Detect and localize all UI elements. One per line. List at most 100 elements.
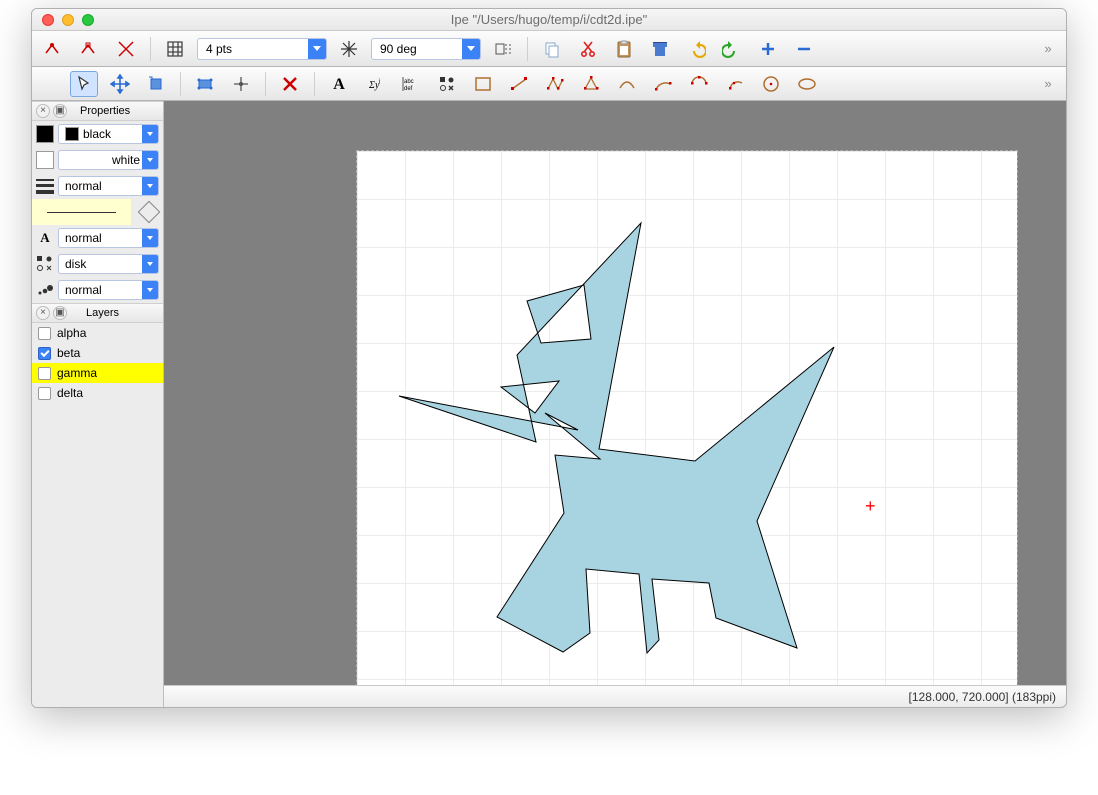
pan-tool-icon[interactable] [227, 71, 255, 97]
angle-select[interactable]: 90 deg [371, 38, 481, 60]
layer-item-delta[interactable]: delta [32, 383, 163, 403]
toolbar-snap: 4 pts 90 deg » [32, 31, 1066, 67]
snap-auto-icon[interactable] [489, 36, 517, 62]
panel-popout-icon[interactable]: ▣ [53, 104, 67, 118]
toolbar2-overflow-icon[interactable]: » [1038, 76, 1058, 91]
layer-item-beta[interactable]: beta [32, 343, 163, 363]
redo-icon[interactable] [718, 36, 746, 62]
mark-tool-icon[interactable] [433, 71, 461, 97]
stroke-color-value: black [83, 127, 111, 141]
svg-text:abc: abc [404, 79, 414, 85]
move-tool-icon[interactable] [106, 71, 134, 97]
canvas-viewport[interactable]: + [164, 101, 1066, 685]
line-preview-row [32, 199, 163, 225]
layer-name-label: alpha [57, 326, 86, 340]
zoom-out-icon[interactable] [790, 36, 818, 62]
rotate-tool-icon[interactable] [142, 71, 170, 97]
text-size-row: A normal [32, 225, 163, 251]
window-controls [42, 14, 94, 26]
fill-color-value: white [112, 153, 140, 167]
close-window-button[interactable] [42, 14, 54, 26]
layer-visibility-checkbox[interactable] [38, 387, 51, 400]
undo-icon[interactable] [682, 36, 710, 62]
layer-visibility-checkbox[interactable] [38, 367, 51, 380]
stroke-abs-swatch[interactable] [36, 125, 54, 143]
mark-shape-row: disk [32, 251, 163, 277]
window-title: Ipe "/Users/hugo/temp/i/cdt2d.ipe" [32, 12, 1066, 27]
layer-visibility-checkbox[interactable] [38, 327, 51, 340]
arc-tool-icon[interactable] [649, 71, 677, 97]
snap-control-icon[interactable] [76, 36, 104, 62]
paragraph-tool-icon[interactable]: abcdef [397, 71, 425, 97]
grid-size-select[interactable]: 4 pts [197, 38, 327, 60]
cut-icon[interactable] [574, 36, 602, 62]
snap-intersection-icon[interactable] [112, 36, 140, 62]
copy-icon[interactable] [538, 36, 566, 62]
drawing-shape[interactable] [357, 151, 1017, 685]
panel-close-icon[interactable]: × [36, 104, 50, 118]
status-bar: [128.000, 720.000] (183ppi) [164, 685, 1066, 707]
arc2-tool-icon[interactable] [685, 71, 713, 97]
svg-text:A: A [333, 76, 345, 93]
arrow-style-icon[interactable] [138, 201, 161, 224]
text-size-value: normal [65, 231, 102, 245]
pen-select[interactable]: normal [58, 176, 159, 196]
line-style-preview[interactable] [32, 199, 131, 225]
delete-tool-icon[interactable] [276, 71, 304, 97]
pen-icon [36, 179, 54, 194]
stroke-color-select[interactable]: black [58, 124, 159, 144]
layers-popout-icon[interactable]: ▣ [53, 306, 67, 320]
snap-grid-icon[interactable] [161, 36, 189, 62]
stretch-tool-icon[interactable] [191, 71, 219, 97]
line-tool-icon[interactable] [505, 71, 533, 97]
layer-name-label: delta [57, 386, 83, 400]
mark-shape-select[interactable]: disk [58, 254, 159, 274]
layer-name-label: beta [57, 346, 80, 360]
fill-color-row: white [32, 147, 163, 173]
polygon-tool-icon[interactable] [577, 71, 605, 97]
stroke-swatch-icon [65, 127, 79, 141]
pen-value: normal [65, 179, 102, 193]
mark-icon [36, 255, 54, 273]
layers-panel-header: × ▣ Layers [32, 303, 163, 323]
spline-tool-icon[interactable] [613, 71, 641, 97]
properties-title: Properties [80, 105, 130, 117]
layer-item-gamma[interactable]: gamma [32, 363, 163, 383]
snap-angle-icon[interactable] [335, 36, 363, 62]
circle-tool-icon[interactable] [757, 71, 785, 97]
zoom-window-button[interactable] [82, 14, 94, 26]
snap-vertex-icon[interactable] [40, 36, 68, 62]
canvas-area: + [128.000, 720.000] (183ppi) [164, 101, 1066, 707]
math-tool-icon[interactable]: Σyi [361, 71, 389, 97]
mark-size-row: normal [32, 277, 163, 303]
toolbar-tools: A Σyi abcdef » [32, 67, 1066, 101]
text-size-select[interactable]: normal [58, 228, 159, 248]
layer-visibility-checkbox[interactable] [38, 347, 51, 360]
app-window: Ipe "/Users/hugo/temp/i/cdt2d.ipe" 4 pts… [31, 8, 1067, 708]
paste-icon[interactable] [610, 36, 638, 62]
layers-close-icon[interactable]: × [36, 306, 50, 320]
layer-item-alpha[interactable]: alpha [32, 323, 163, 343]
grid-size-value: 4 pts [206, 42, 232, 56]
pen-row: normal [32, 173, 163, 199]
arc3-tool-icon[interactable] [721, 71, 749, 97]
sidebar: × ▣ Properties black white [32, 101, 164, 707]
drawing-page[interactable]: + [357, 151, 1017, 685]
delete-icon[interactable] [646, 36, 674, 62]
titlebar: Ipe "/Users/hugo/temp/i/cdt2d.ipe" [32, 9, 1066, 31]
toolbar-overflow-icon[interactable]: » [1038, 41, 1058, 56]
mark-shape-value: disk [65, 257, 86, 271]
minimize-window-button[interactable] [62, 14, 74, 26]
text-label-tool-icon[interactable]: A [325, 71, 353, 97]
svg-text:def: def [404, 86, 413, 92]
ellipse-tool-icon[interactable] [793, 71, 821, 97]
mark-size-select[interactable]: normal [58, 280, 159, 300]
zoom-in-icon[interactable] [754, 36, 782, 62]
select-tool-icon[interactable] [70, 71, 98, 97]
rectangle-tool-icon[interactable] [469, 71, 497, 97]
fill-color-select[interactable]: white [58, 150, 159, 170]
svg-text:i: i [379, 79, 380, 85]
polyline-tool-icon[interactable] [541, 71, 569, 97]
angle-value: 90 deg [380, 42, 417, 56]
fill-abs-swatch[interactable] [36, 151, 54, 169]
